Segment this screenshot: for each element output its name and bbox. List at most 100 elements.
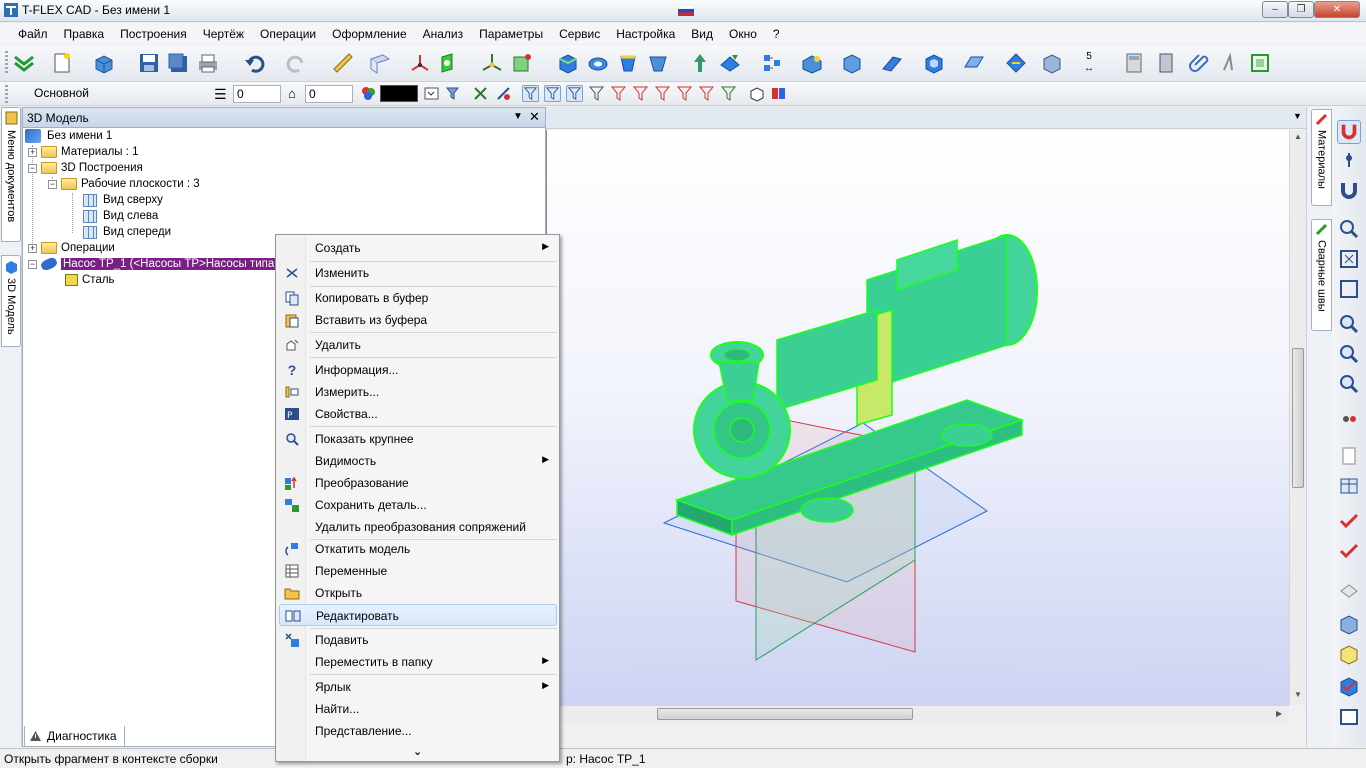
scroll-right-icon[interactable]: ▶ xyxy=(1276,709,1282,718)
array-icon[interactable] xyxy=(718,51,742,75)
boolean-icon[interactable] xyxy=(688,51,712,75)
menu-item-rollback[interactable]: Откатить модель xyxy=(279,538,557,560)
tree-item-3d-constructions[interactable]: − 3D Построения xyxy=(28,160,143,176)
filter-all-icon[interactable] xyxy=(720,85,737,102)
workplane-icon[interactable] xyxy=(368,51,392,75)
sweep-icon[interactable] xyxy=(646,51,670,75)
color-palette-icon[interactable] xyxy=(360,85,377,102)
level-spinner[interactable]: 0 xyxy=(233,85,281,103)
extrude-icon[interactable] xyxy=(556,51,580,75)
menu-item-measure[interactable]: Измерить... xyxy=(279,381,557,403)
menu-item-move-to-folder[interactable]: Переместить в папку ▶ xyxy=(279,651,557,673)
menu-window[interactable]: Окно xyxy=(721,27,765,41)
menu-construct[interactable]: Построения xyxy=(112,27,195,41)
menu-item-paste[interactable]: Вставить из буфера xyxy=(279,309,557,331)
priority-spinner[interactable]: 0 xyxy=(305,85,353,103)
tab-materials[interactable]: Материалы xyxy=(1311,109,1332,206)
3d-node-icon[interactable] xyxy=(480,51,504,75)
menu-item-copy[interactable]: Копировать в буфер xyxy=(279,287,557,309)
menu-item-variables[interactable]: Переменные xyxy=(279,560,557,582)
view-cube-icon[interactable] xyxy=(1337,612,1361,636)
menu-analysis[interactable]: Анализ xyxy=(415,27,472,41)
chevron-down-icon[interactable]: ▼ xyxy=(1293,111,1302,121)
menu-file[interactable]: Файл xyxy=(10,27,56,41)
select-body-icon[interactable] xyxy=(748,85,765,102)
surface-icon[interactable] xyxy=(962,51,986,75)
variables-tool-icon[interactable] xyxy=(1219,51,1243,75)
snap-icon[interactable] xyxy=(472,85,489,102)
zoom-out-icon[interactable] xyxy=(1337,342,1361,366)
fullscreen-icon[interactable] xyxy=(1337,705,1361,729)
menu-item-representation[interactable]: Представление... xyxy=(279,720,557,742)
menu-item-visibility[interactable]: Видимость ▶ xyxy=(279,450,557,472)
panel-close-icon[interactable]: ✕ xyxy=(529,109,540,125)
filter-face-icon[interactable] xyxy=(566,85,583,102)
viewport-horizontal-scrollbar[interactable]: ◀ ▶ xyxy=(546,705,1289,722)
calculator-tools-icon[interactable] xyxy=(1122,51,1146,75)
menu-item-edit[interactable]: Изменить xyxy=(279,262,557,284)
scroll-up-icon[interactable]: ▲ xyxy=(1294,132,1302,141)
pages-icon[interactable] xyxy=(1337,444,1361,468)
maximize-button[interactable]: ❐ xyxy=(1288,1,1314,18)
color-swatch[interactable] xyxy=(380,85,418,102)
menu-item-save-part[interactable]: Сохранить деталь... xyxy=(279,494,557,516)
filter-fragment-icon[interactable] xyxy=(654,85,671,102)
calculator-icon[interactable] xyxy=(1154,51,1178,75)
rotate-icon[interactable] xyxy=(586,51,610,75)
menu-service[interactable]: Сервис xyxy=(551,27,608,41)
filter-body-icon[interactable] xyxy=(610,85,627,102)
menu-settings[interactable]: Настройка xyxy=(608,27,683,41)
chamfer-icon[interactable] xyxy=(840,51,864,75)
print-icon[interactable] xyxy=(196,51,220,75)
expand-icon[interactable]: + xyxy=(28,147,37,157)
collapse-icon[interactable]: − xyxy=(48,179,57,189)
vertical-scroll-thumb[interactable] xyxy=(1292,348,1304,488)
zoom-extents-icon[interactable] xyxy=(1337,277,1361,301)
tree-item-work-planes[interactable]: − Рабочие плоскости : 3 xyxy=(48,176,200,192)
expand-icon[interactable]: + xyxy=(28,243,37,253)
save-as-icon[interactable] xyxy=(166,51,190,75)
tree-item-plane-left[interactable]: Вид слева xyxy=(83,208,158,224)
filter-3d-element-icon[interactable] xyxy=(676,85,693,102)
thread-icon[interactable] xyxy=(1004,51,1028,75)
collapse-icon[interactable]: − xyxy=(28,259,37,269)
menu-operations[interactable]: Операции xyxy=(252,27,324,41)
tab-welds[interactable]: Сварные швы xyxy=(1311,219,1332,331)
snap-settings-icon[interactable] xyxy=(495,85,512,102)
scroll-down-icon[interactable]: ▼ xyxy=(1294,690,1302,699)
redo-icon[interactable] xyxy=(284,51,308,75)
menu-drawing[interactable]: Чертёж xyxy=(195,27,252,41)
smoothing-icon[interactable] xyxy=(800,51,824,75)
check-assembly-icon[interactable] xyxy=(1337,539,1361,563)
magnet-icon[interactable] xyxy=(1337,179,1361,203)
visibility-icon[interactable] xyxy=(1337,407,1361,431)
collapse-icon[interactable]: − xyxy=(28,163,37,173)
menu-item-remove-mate-transforms[interactable]: Удалить преобразования сопряжений xyxy=(279,516,557,538)
loft-icon[interactable] xyxy=(616,51,640,75)
filter-icon[interactable] xyxy=(444,85,461,102)
menu-item-find[interactable]: Найти... xyxy=(279,698,557,720)
menu-item-zoom-larger[interactable]: Показать крупнее xyxy=(279,428,557,450)
toolbar-grip[interactable] xyxy=(5,51,8,75)
new-document-icon[interactable] xyxy=(50,51,74,75)
horizontal-scroll-thumb[interactable] xyxy=(657,708,913,720)
filter-vertex-icon[interactable] xyxy=(522,85,539,102)
filter-loop-icon[interactable] xyxy=(588,85,605,102)
zoom-in-icon[interactable] xyxy=(1337,312,1361,336)
zoom-window-icon[interactable] xyxy=(1337,217,1361,241)
save-icon[interactable] xyxy=(137,51,161,75)
filter-edge-icon[interactable] xyxy=(544,85,561,102)
render-mode-icon[interactable] xyxy=(1337,674,1361,698)
chevron-down-icon[interactable]: ⌄ xyxy=(413,745,422,758)
menu-formatting[interactable]: Оформление xyxy=(324,27,414,41)
measure-3d-icon[interactable] xyxy=(1040,51,1064,75)
menu-edit[interactable]: Правка xyxy=(56,27,113,41)
tree-item-operations[interactable]: + Операции xyxy=(28,240,115,256)
zoom-fit-icon[interactable] xyxy=(1337,247,1361,271)
toolbar-grip[interactable] xyxy=(5,85,8,103)
tree-item-steel[interactable]: Сталь xyxy=(65,272,115,288)
tree-item-plane-front[interactable]: Вид спереди xyxy=(83,224,171,240)
copy-operation-icon[interactable] xyxy=(760,51,784,75)
view-cube-front-icon[interactable] xyxy=(1337,642,1361,666)
ruler-pencil-icon[interactable] xyxy=(331,51,355,75)
